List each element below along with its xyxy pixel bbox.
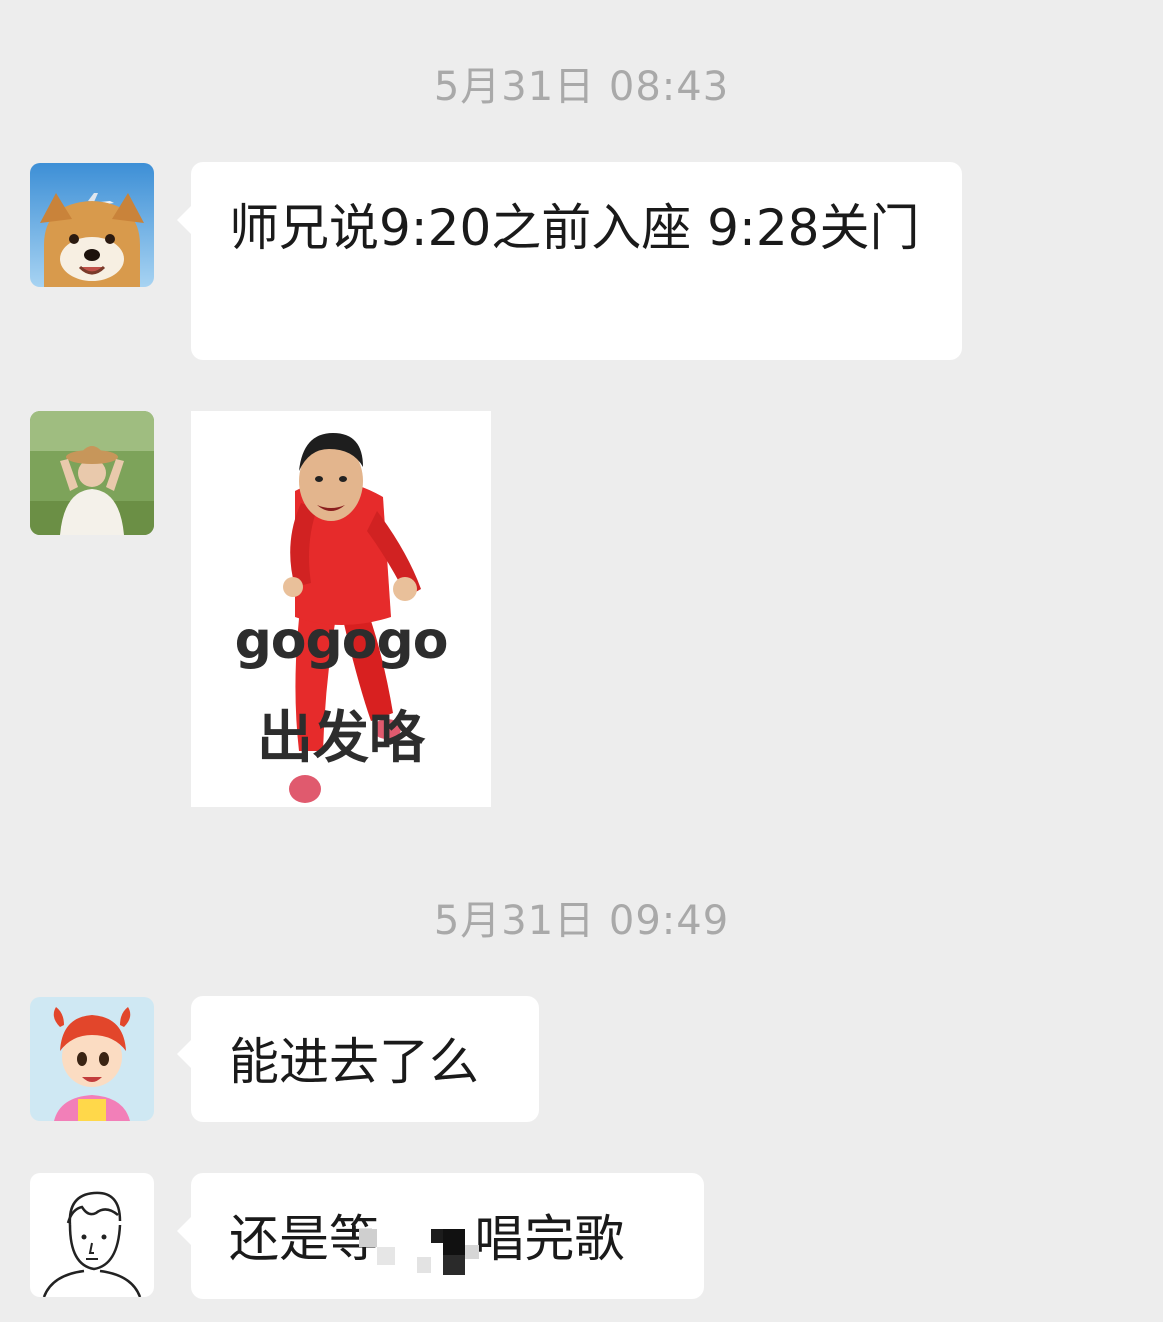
sticker-caption-line2: 出发咯 (257, 706, 425, 771)
dog-avatar-icon[interactable] (30, 163, 154, 287)
message-bubble-4[interactable]: 还是等 唱完歌 (177, 1173, 704, 1299)
timestamp-2: 5月31日 09:49 (433, 898, 730, 944)
mosaic-redaction (359, 1229, 509, 1277)
sticker-caption-line1: gogogo (234, 611, 449, 671)
cartoon-girl-avatar-icon[interactable] (30, 997, 154, 1121)
timestamp-1: 5月31日 08:43 (433, 64, 730, 110)
cartoon-boy-avatar-icon[interactable] (30, 1173, 154, 1297)
woman-hat-avatar-icon[interactable] (30, 411, 154, 535)
message-text-1: 师兄说9:20之前入座 9:28关门 (229, 199, 920, 257)
sticker-message[interactable]: gogogo 出发咯 (191, 411, 491, 807)
message-text-3: 能进去了么 (229, 1033, 479, 1091)
message-bubble-3[interactable]: 能进去了么 (177, 996, 539, 1122)
message-bubble-1[interactable]: 师兄说9:20之前入座 9:28关门 (177, 162, 962, 360)
